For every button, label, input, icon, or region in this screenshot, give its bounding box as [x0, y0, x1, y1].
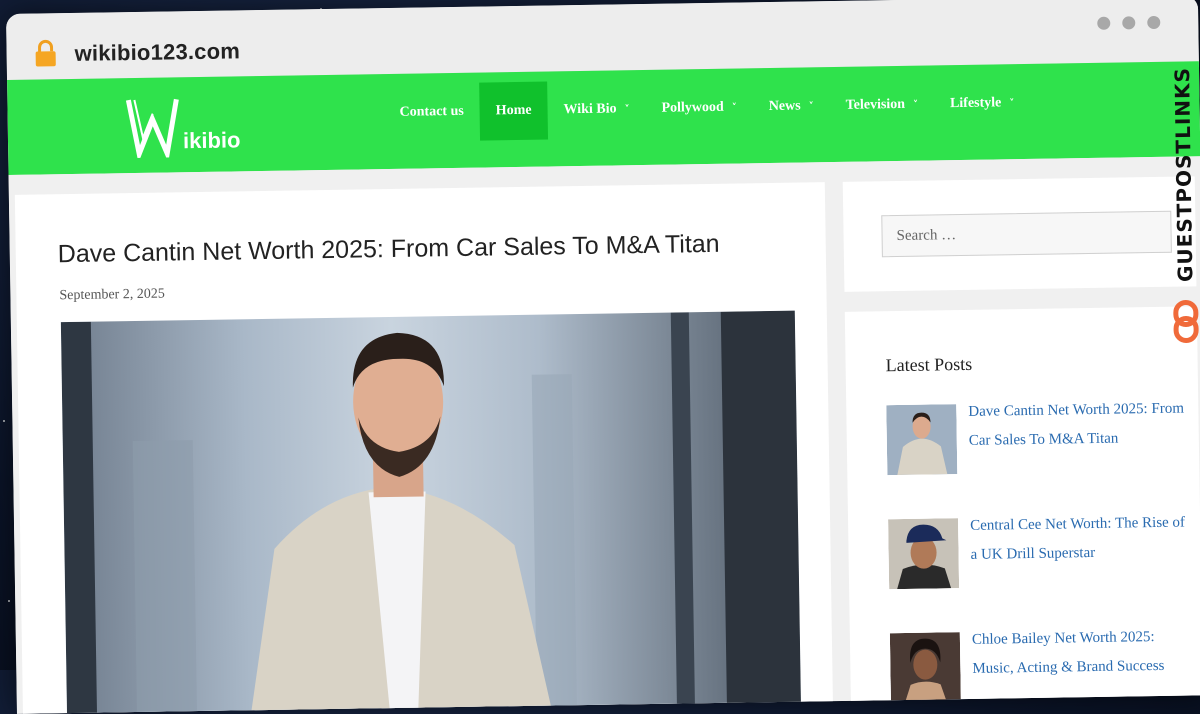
window-controls: [1097, 15, 1161, 30]
nav-item-wiki-bio[interactable]: Wiki Bio ˅: [547, 80, 646, 140]
watermark-text: GUESTPOSTLINKS: [1169, 66, 1198, 283]
nav-item-home[interactable]: Home: [479, 81, 548, 141]
article-date[interactable]: September 2, 2025: [59, 287, 165, 305]
link-icon: [1173, 300, 1199, 344]
article-featured-image: [60, 310, 802, 714]
nav-item-label: Pollywood: [661, 99, 724, 116]
nav-item-label: Lifestyle: [949, 95, 1002, 112]
nav-item-label: Television: [845, 96, 906, 113]
nav-item-television[interactable]: Television ˅: [829, 75, 934, 135]
logo-w-icon: [125, 98, 179, 159]
chevron-down-icon[interactable]: ˅: [913, 99, 918, 110]
article-title: Dave Cantin Net Worth 2025: From Car Sal…: [57, 229, 720, 269]
address-bar-url[interactable]: wikibio123.com: [74, 38, 240, 67]
window-dot-icon[interactable]: [1147, 15, 1161, 30]
guestpostlinks-watermark: GUESTPOSTLINKS: [1165, 49, 1200, 349]
logo-text: ikibio: [182, 127, 241, 154]
site-logo[interactable]: ikibio: [124, 94, 241, 159]
nav-item-news[interactable]: News ˅: [752, 77, 830, 136]
window-dot-icon[interactable]: [1097, 16, 1111, 30]
portrait-photo: [60, 310, 802, 714]
chevron-down-icon[interactable]: ˅: [624, 104, 629, 115]
nav-item-label: Contact us: [399, 103, 464, 120]
article-card: Dave Cantin Net Worth 2025: From Car Sal…: [14, 182, 834, 714]
window-dot-icon[interactable]: [1122, 16, 1136, 30]
page-content: Dave Cantin Net Worth 2025: From Car Sal…: [8, 156, 1200, 714]
browser-window: wikibio123.com ikibio Contact us Home Wiki…: [6, 0, 1200, 714]
site-navbar: ikibio Contact us Home Wiki Bio ˅ Pollywood ˅…: [7, 61, 1200, 175]
list-item[interactable]: Central Cee Net Worth: The Rise of a UK …: [888, 514, 1189, 590]
nav-item-label: News: [768, 98, 801, 115]
list-item[interactable]: Dave Cantin Net Worth 2025: From Car Sal…: [886, 401, 1187, 476]
search-widget: [842, 176, 1197, 292]
post-thumbnail[interactable]: [886, 404, 958, 476]
main-menu: Contact us Home Wiki Bio ˅ Pollywood ˅ News ˅ Te…: [383, 74, 1031, 142]
post-thumbnail[interactable]: [889, 632, 961, 704]
search-input[interactable]: [881, 210, 1172, 258]
post-thumbnail[interactable]: [888, 518, 960, 590]
post-link[interactable]: Chloe Bailey Net Worth 2025: Music, Acti…: [972, 622, 1191, 701]
nav-item-lifestyle[interactable]: Lifestyle ˅: [934, 74, 1031, 134]
nav-item-contact-us[interactable]: Contact us: [383, 83, 480, 143]
chevron-down-icon[interactable]: ˅: [1009, 98, 1014, 109]
nav-item-pollywood[interactable]: Pollywood ˅: [645, 78, 753, 138]
nav-item-label: Wiki Bio: [563, 101, 617, 118]
post-link[interactable]: Dave Cantin Net Worth 2025: From Car Sal…: [968, 395, 1187, 474]
latest-posts-widget: Latest Posts Dave Cantin Net Worth 2025:…: [844, 306, 1200, 714]
chevron-down-icon[interactable]: ˅: [732, 102, 737, 113]
lock-icon: [35, 39, 56, 67]
latest-posts-heading: Latest Posts: [885, 353, 973, 376]
chevron-down-icon[interactable]: ˅: [809, 101, 814, 112]
list-item[interactable]: Chloe Bailey Net Worth 2025: Music, Acti…: [889, 628, 1191, 704]
nav-item-label: Home: [495, 102, 532, 119]
post-link[interactable]: Central Cee Net Worth: The Rise of a UK …: [970, 508, 1189, 587]
